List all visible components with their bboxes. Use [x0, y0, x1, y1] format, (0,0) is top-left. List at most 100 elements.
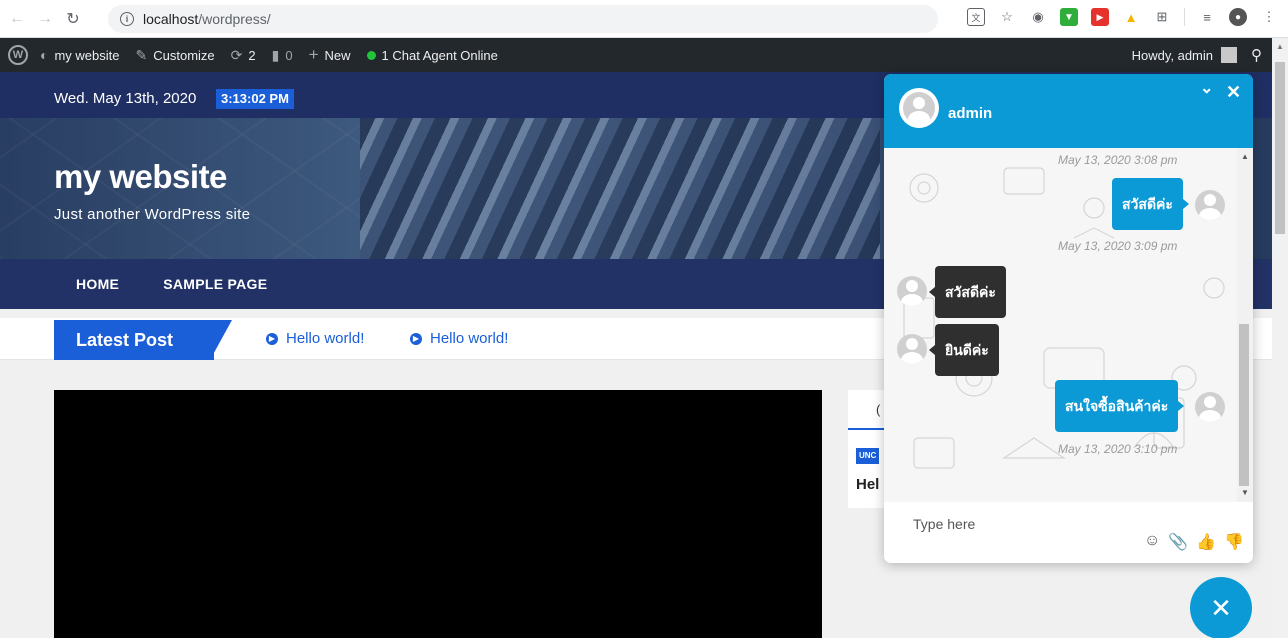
current-time: 3:13:02 PM — [216, 89, 294, 109]
message-bubble-out: สวัสดีค่ะ — [1112, 178, 1189, 230]
reload-icon[interactable]: ↻ — [62, 8, 84, 30]
admin-updates-count: 2 — [248, 47, 256, 63]
url-host: localhost — [143, 11, 199, 27]
user-avatar — [1195, 190, 1225, 220]
grid-icon[interactable]: ⊞ — [1153, 8, 1171, 26]
dashboard-icon: ◐ — [40, 47, 49, 63]
ticker-link-2[interactable]: ▶ Hello world! — [410, 330, 508, 347]
search-icon[interactable]: ⚲ — [1251, 46, 1262, 64]
plus-icon: + — [308, 45, 319, 64]
admin-site-name-label: my website — [54, 47, 120, 63]
admin-comments[interactable]: ▮ 0 — [264, 38, 301, 72]
latest-post-label: Latest Post — [54, 320, 214, 360]
admin-customize-label: Customize — [153, 47, 215, 63]
comment-icon: ▮ — [271, 46, 280, 63]
nav-sample-page[interactable]: SAMPLE PAGE — [163, 276, 267, 292]
url-path: /wordpress/ — [198, 11, 271, 27]
admin-comments-count: 0 — [285, 47, 293, 63]
smiley-icon[interactable]: ☺ — [1144, 532, 1160, 552]
sidebar-tab[interactable]: ( — [876, 402, 880, 417]
message-bubble-in: สวัสดีค่ะ — [929, 266, 1006, 318]
address-bar[interactable]: i localhost/wordpress/ — [108, 5, 938, 33]
online-status-dot — [366, 50, 376, 60]
chat-header: admin ⌄ ✕ — [884, 74, 1253, 148]
scroll-up-icon[interactable]: ▲ — [1241, 152, 1249, 161]
message-text: สนใจซื้อสินค้าค่ะ — [1065, 398, 1169, 414]
scroll-up-icon[interactable]: ▲ — [1276, 42, 1284, 51]
info-icon[interactable]: i — [120, 12, 134, 26]
browser-toolbar: ← → ↻ i localhost/wordpress/ 文 ☆ ◉ ▼ ▶ ▲… — [0, 0, 1288, 38]
live-chat-window: admin ⌄ ✕ May 13, 2020 3:08 pm สวัสดีค่ะ — [884, 74, 1253, 563]
sidebar-post-title[interactable]: Hel — [856, 476, 879, 493]
toolbar-divider — [1184, 8, 1185, 26]
admin-chat-status[interactable]: 1 Chat Agent Online — [359, 38, 506, 72]
circle-arrow-icon: ▶ — [266, 332, 278, 345]
message-timestamp: May 13, 2020 3:10 pm — [1058, 442, 1178, 456]
wp-admin-bar: W ◐ my website ✎ Customize ⟳ 2 ▮ 0 + New… — [0, 38, 1272, 72]
admin-bar-right: Howdy, admin ⚲ — [1132, 38, 1262, 72]
latest-post-label-tail — [210, 320, 232, 360]
brush-icon: ✎ — [135, 46, 148, 63]
wordpress-logo-icon[interactable]: W — [8, 45, 28, 65]
chat-toggle-close-button[interactable]: ✕ — [1190, 577, 1252, 638]
thumbs-up-ext-icon[interactable]: ▲ — [1122, 8, 1140, 26]
howdy-label[interactable]: Howdy, admin — [1132, 48, 1213, 63]
site-title[interactable]: my website — [54, 158, 227, 196]
sidebar-tab-underline — [848, 428, 888, 430]
extension-toolbar: 文 ☆ ◉ ▼ ▶ ▲ ⊞ ≡ ● ⋮ — [967, 8, 1278, 26]
message-bubble-out: สนใจซื้อสินค้าค่ะ — [1055, 380, 1185, 432]
message-bubble-in: ยินดีค่ะ — [929, 324, 999, 376]
chat-message-input[interactable] — [913, 514, 1133, 534]
paperclip-icon[interactable]: 📎 — [1168, 532, 1188, 552]
page-scrollbar[interactable]: ▲ — [1272, 38, 1288, 638]
page-scroll-thumb[interactable] — [1275, 62, 1285, 234]
translate-icon[interactable]: 文 — [967, 8, 985, 26]
chat-composer: ☺ 📎 👍 👎 — [884, 502, 1253, 563]
kebab-menu-icon[interactable]: ⋮ — [1260, 8, 1278, 26]
message-text: ยินดีค่ะ — [945, 342, 989, 358]
back-icon[interactable]: ← — [6, 8, 28, 30]
ext-green-icon[interactable]: ▼ — [1060, 8, 1078, 26]
chat-close-icon[interactable]: ✕ — [1226, 82, 1241, 103]
ticker-link-2-label: Hello world! — [430, 330, 509, 347]
admin-updates[interactable]: ⟳ 2 — [223, 38, 264, 72]
message-timestamp: May 13, 2020 3:08 pm — [1058, 153, 1178, 167]
updates-icon: ⟳ — [230, 46, 243, 63]
category-badge[interactable]: UNC — [856, 448, 880, 464]
admin-chat-status-label: 1 Chat Agent Online — [381, 47, 498, 63]
minimize-chevron-icon[interactable]: ⌄ — [1200, 78, 1213, 98]
agent-name: admin — [948, 105, 993, 122]
nav-home[interactable]: HOME — [76, 276, 119, 292]
agent-mini-avatar — [897, 276, 927, 306]
message-text: สวัสดีค่ะ — [945, 284, 996, 300]
menu-list-icon[interactable]: ≡ — [1198, 8, 1216, 26]
message-timestamp: May 13, 2020 3:09 pm — [1058, 239, 1178, 253]
thumbs-down-icon[interactable]: 👎 — [1224, 532, 1244, 552]
ext-red-play-icon[interactable]: ▶ — [1091, 8, 1109, 26]
agent-mini-avatar — [897, 334, 927, 364]
admin-site-name[interactable]: ◐ my website — [32, 38, 128, 72]
admin-customize[interactable]: ✎ Customize — [128, 38, 223, 72]
chat-scrollbar[interactable]: ▲ ▼ — [1237, 148, 1253, 502]
current-date: Wed. May 13th, 2020 — [54, 90, 197, 107]
ticker-link-1[interactable]: ▶ Hello world! — [266, 330, 364, 347]
chat-scroll-thumb[interactable] — [1239, 324, 1249, 486]
admin-avatar[interactable] — [1221, 47, 1237, 63]
message-text: สวัสดีค่ะ — [1122, 196, 1173, 212]
forward-icon[interactable]: → — [34, 8, 56, 30]
site-tagline: Just another WordPress site — [54, 206, 251, 223]
star-icon[interactable]: ☆ — [998, 8, 1016, 26]
admin-new[interactable]: + New — [301, 38, 359, 72]
circle-arrow-icon: ▶ — [410, 332, 422, 345]
camera-icon[interactable]: ◉ — [1029, 8, 1047, 26]
agent-avatar — [899, 88, 939, 128]
thumbs-up-icon[interactable]: 👍 — [1196, 532, 1216, 552]
chat-messages: May 13, 2020 3:08 pm สวัสดีค่ะ May 13, 2… — [884, 148, 1253, 502]
user-avatar — [1195, 392, 1225, 422]
admin-new-label: New — [324, 47, 351, 63]
composer-actions: ☺ 📎 👍 👎 — [1144, 532, 1244, 552]
featured-video[interactable] — [54, 390, 822, 638]
scroll-down-icon[interactable]: ▼ — [1241, 488, 1249, 497]
ticker-link-1-label: Hello world! — [286, 330, 365, 347]
profile-icon[interactable]: ● — [1229, 8, 1247, 26]
